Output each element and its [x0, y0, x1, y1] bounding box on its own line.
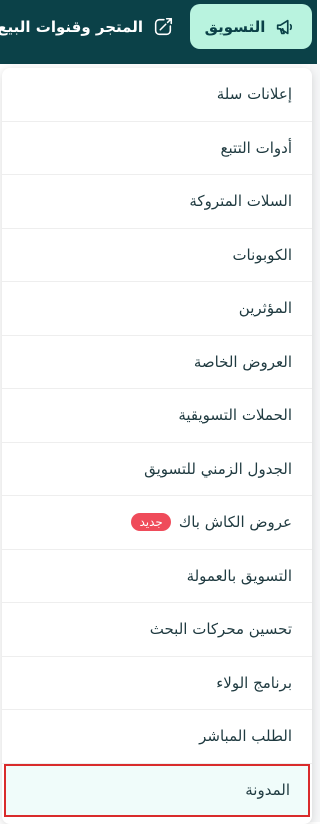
megaphone-icon — [273, 15, 297, 39]
menu-item-abandoned-carts[interactable]: السلات المتروكة — [2, 175, 312, 229]
menu-item-seo[interactable]: تحسين محركات البحث — [2, 603, 312, 657]
menu-item-label: المدونة — [245, 780, 290, 799]
menu-item-label: المؤثرين — [238, 299, 292, 318]
marketing-dropdown-menu: إعلانات سلة أدوات التتبع السلات المتروكة… — [2, 68, 312, 824]
menu-item-special-offers[interactable]: العروض الخاصة — [2, 336, 312, 389]
menu-item-affiliate-marketing[interactable]: التسويق بالعمولة — [2, 550, 312, 603]
menu-item-label: أدوات التتبع — [220, 138, 292, 157]
menu-item-marketing-timeline[interactable]: الجدول الزمني للتسويق — [2, 443, 312, 496]
menu-item-marketing-campaigns[interactable]: الحملات التسويقية — [2, 389, 312, 443]
nav-tab-marketing[interactable]: التسويق — [190, 4, 312, 49]
menu-item-loyalty-program[interactable]: برنامج الولاء — [2, 657, 312, 710]
menu-item-label: التسويق بالعمولة — [186, 566, 292, 585]
menu-item-cashback-offers[interactable]: عروض الكاش باك جديد — [2, 496, 312, 550]
menu-item-label: الطلب المباشر — [199, 727, 292, 746]
menu-item-tracking-tools[interactable]: أدوات التتبع — [2, 122, 312, 175]
nav-tab-store-channels-label: المتجر وقنوات البيع — [0, 17, 143, 36]
nav-tab-store-channels[interactable]: المتجر وقنوات البيع — [0, 4, 175, 49]
menu-item-label: إعلانات سلة — [216, 85, 292, 104]
menu-item-label: الكوبونات — [232, 245, 292, 264]
menu-item-coupons[interactable]: الكوبونات — [2, 229, 312, 282]
menu-item-label: برنامج الولاء — [216, 673, 292, 692]
menu-item-blog[interactable]: المدونة — [4, 763, 310, 817]
menu-item-salla-ads[interactable]: إعلانات سلة — [2, 68, 312, 122]
menu-item-label: الحملات التسويقية — [178, 406, 292, 425]
menu-item-direct-order[interactable]: الطلب المباشر — [2, 710, 312, 764]
new-badge: جديد — [131, 513, 171, 532]
menu-item-influencers[interactable]: المؤثرين — [2, 282, 312, 336]
menu-item-label: تحسين محركات البحث — [149, 620, 292, 639]
top-navigation-bar: التسويق المتجر وقنوات البيع — [0, 0, 317, 64]
menu-item-label: العروض الخاصة — [193, 352, 292, 371]
menu-item-label: الجدول الزمني للتسويق — [144, 459, 292, 478]
menu-item-label: السلات المتروكة — [189, 192, 292, 211]
nav-tab-marketing-label: التسويق — [204, 17, 266, 36]
menu-item-label: عروض الكاش باك — [178, 513, 292, 532]
store-share-icon — [151, 15, 175, 39]
